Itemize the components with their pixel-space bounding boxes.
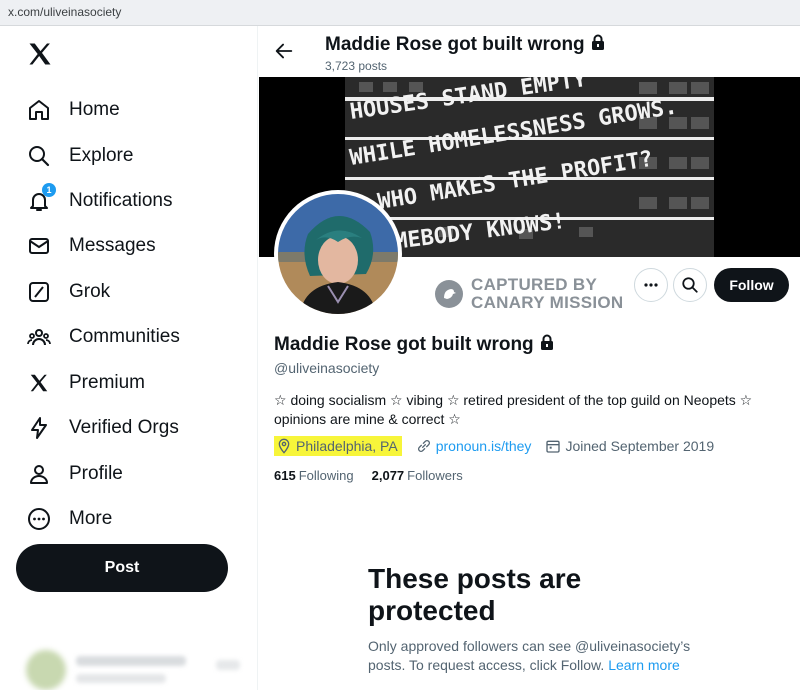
- profile-column: Maddie Rose got built wrong 3,723 posts: [259, 26, 800, 690]
- sidebar-item-more[interactable]: More: [26, 499, 246, 539]
- following-label: Following: [298, 468, 354, 483]
- protected-message: Only approved followers can see @ulivein…: [368, 637, 708, 675]
- sidebar-item-label: Grok: [69, 281, 111, 302]
- followers-link[interactable]: 2,077 Followers: [372, 468, 463, 483]
- avatar-photo: [278, 194, 398, 314]
- profile-name: Maddie Rose got built wrong: [274, 334, 534, 355]
- protected-title: These posts are protected: [368, 563, 582, 626]
- x-logo-icon[interactable]: [26, 40, 54, 68]
- lightning-icon: [26, 415, 52, 441]
- sidebar-item-notifications[interactable]: 1 Notifications: [26, 181, 246, 221]
- avatar: [26, 650, 66, 690]
- sidebar-item-label: Messages: [69, 235, 156, 256]
- profile-joined: Joined September 2019: [545, 438, 714, 454]
- profile-bio: ☆ doing socialism ☆ vibing ☆ retired pre…: [274, 392, 753, 427]
- account-handle-redacted: [76, 674, 166, 683]
- website-link[interactable]: pronoun.is/they: [436, 438, 532, 454]
- more-icon: [644, 283, 658, 287]
- search-profile-button[interactable]: [673, 268, 707, 302]
- home-icon: [26, 97, 52, 123]
- sidebar-item-verified-orgs[interactable]: Verified Orgs: [26, 408, 246, 448]
- url-text: x.com/uliveinasociety: [8, 5, 122, 19]
- account-switcher[interactable]: [16, 644, 246, 690]
- more-circle-icon: [26, 506, 52, 532]
- watermark-line-1: CAPTURED BY: [471, 275, 598, 294]
- sidebar-item-label: Premium: [69, 372, 146, 393]
- envelope-icon: [26, 233, 52, 259]
- link-icon: [417, 440, 430, 452]
- sidebar-item-explore[interactable]: Explore: [26, 136, 246, 176]
- sidebar-item-label: Profile: [69, 463, 123, 484]
- profile-location: Philadelphia, PA: [274, 436, 402, 456]
- sidebar-item-label: Home: [69, 99, 120, 120]
- browser-url-bar[interactable]: x.com/uliveinasociety: [0, 0, 800, 26]
- profile-handle: @uliveinasociety: [274, 360, 380, 376]
- header-name: Maddie Rose got built wrong: [325, 34, 585, 55]
- location-text: Philadelphia, PA: [296, 438, 398, 454]
- back-arrow-icon[interactable]: [273, 40, 295, 62]
- sidebar-item-label: Notifications: [69, 190, 173, 211]
- sidebar-nav: Home Explore 1 Notifications Messages Gr…: [0, 26, 258, 690]
- canary-mission-watermark: CAPTURED BY CANARY MISSION: [435, 276, 624, 312]
- search-icon: [26, 143, 52, 169]
- lock-icon: [591, 34, 605, 56]
- learn-more-link[interactable]: Learn more: [608, 657, 680, 673]
- account-name-redacted: [76, 656, 186, 666]
- grok-icon: [26, 279, 52, 305]
- sidebar-item-messages[interactable]: Messages: [26, 226, 246, 266]
- profile-name-row: Maddie Rose got built wrong: [274, 334, 554, 356]
- sidebar-item-label: Explore: [69, 145, 134, 166]
- more-icon: [216, 660, 240, 670]
- sidebar-item-label: More: [69, 508, 113, 529]
- notification-badge: 1: [42, 183, 56, 197]
- sidebar-item-label: Communities: [69, 326, 180, 347]
- x-logo-icon: [26, 370, 52, 396]
- person-icon: [26, 461, 52, 487]
- profile-website[interactable]: pronoun.is/they: [416, 438, 532, 454]
- search-icon: [682, 277, 698, 293]
- follow-stats: 615 Following 2,077 Followers: [274, 468, 463, 483]
- post-button[interactable]: Post: [16, 544, 228, 592]
- joined-text: Joined September 2019: [565, 438, 715, 454]
- lock-icon: [540, 334, 554, 356]
- following-link[interactable]: 615 Following: [274, 468, 354, 483]
- people-icon: [26, 324, 52, 350]
- profile-meta: Philadelphia, PA pronoun.is/they Joined …: [274, 436, 728, 456]
- header-title: Maddie Rose got built wrong: [325, 34, 605, 56]
- profile-avatar[interactable]: [274, 190, 402, 318]
- sidebar-item-profile[interactable]: Profile: [26, 454, 246, 494]
- watermark-line-2: CANARY MISSION: [471, 293, 624, 312]
- canary-logo-icon: [435, 280, 463, 308]
- follow-button[interactable]: Follow: [714, 268, 789, 302]
- sidebar-item-communities[interactable]: Communities: [26, 317, 246, 357]
- post-count: 3,723 posts: [325, 59, 388, 73]
- more-options-button[interactable]: [634, 268, 668, 302]
- sidebar-item-premium[interactable]: Premium: [26, 363, 246, 403]
- followers-count: 2,077: [371, 468, 405, 483]
- sidebar-item-grok[interactable]: Grok: [26, 272, 246, 312]
- followers-label: Followers: [407, 468, 463, 483]
- calendar-icon: [546, 440, 561, 453]
- bell-icon: 1: [26, 183, 56, 214]
- sidebar-item-label: Verified Orgs: [69, 417, 179, 438]
- sidebar-item-home[interactable]: Home: [26, 90, 246, 130]
- location-pin-icon: [278, 438, 290, 454]
- following-count: 615: [274, 468, 296, 483]
